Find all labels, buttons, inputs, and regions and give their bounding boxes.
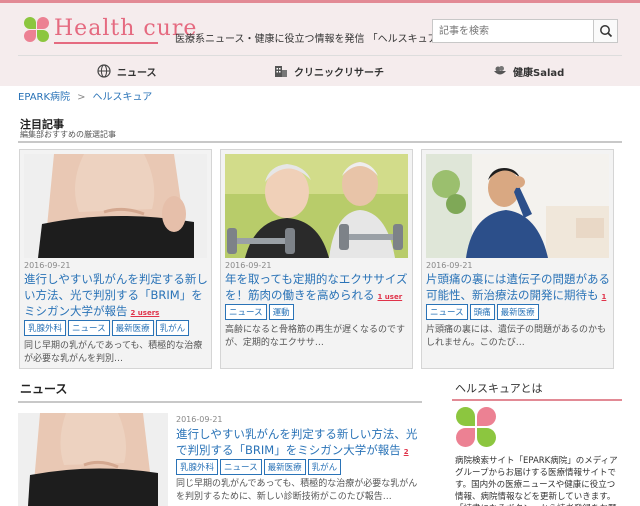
nav-item-clinic-research[interactable]: クリニックリサーチ xyxy=(274,62,384,80)
card-image-headache[interactable] xyxy=(426,154,609,258)
search-box xyxy=(432,19,618,43)
search-input[interactable] xyxy=(432,19,594,43)
salad-icon xyxy=(494,66,506,75)
tag[interactable]: 乳腺外科 xyxy=(24,320,67,336)
news-image-breast[interactable] xyxy=(18,413,168,506)
tag[interactable]: ニュース xyxy=(68,320,110,336)
card-title-link[interactable]: 進行しやすい乳がんを判定する新しい方法、光で判別する「BRIM」をミシガン大学が… xyxy=(24,271,210,321)
site-tagline: 医療系ニュース・健康に役立つ情報を発信 「ヘルスキュア」 xyxy=(175,34,448,45)
card-date: 2016-09-21 xyxy=(24,261,71,270)
building-icon xyxy=(275,66,287,77)
logo-underline xyxy=(54,42,158,44)
featured-card[interactable]: 2016-09-21 片頭痛の裏には遺伝子の問題がある可能性、新治療法の開発に期… xyxy=(421,149,614,369)
tag-list: 乳腺外科 ニュース 最新医療 乳がん xyxy=(176,459,342,475)
news-heading: ニュース xyxy=(20,382,68,396)
tag[interactable]: ニュース xyxy=(225,304,267,320)
news-description: 同じ早期の乳がんであっても、積極的な治療が必要な乳がんを判別するために、新しい診… xyxy=(176,479,418,502)
tag[interactable]: 運動 xyxy=(268,304,294,320)
breadcrumb: EPARK病院 > ヘルスキュア xyxy=(18,88,152,103)
news-date: 2016-09-21 xyxy=(176,415,223,424)
tag-list: 乳腺外科 ニュース 最新医療 乳がん xyxy=(24,320,190,336)
site-header: Health cure 医療系ニュース・健康に役立つ情報を発信 「ヘルスキュア」… xyxy=(0,0,640,86)
tag[interactable]: ニュース xyxy=(426,304,468,320)
breadcrumb-link-healthcure[interactable]: ヘルスキュア xyxy=(92,92,152,103)
card-title-link[interactable]: 年を取っても定期的なエクササイズを！筋肉の働きを高められる 1 user xyxy=(225,271,411,305)
featured-card[interactable]: 2016-09-21 年を取っても定期的なエクササイズを！筋肉の働きを高められる… xyxy=(220,149,413,369)
site-logo[interactable]: Health cure xyxy=(24,16,196,51)
breadcrumb-link-epark[interactable]: EPARK病院 xyxy=(18,92,70,103)
sidebar-heading: ヘルスキュアとは xyxy=(455,382,543,395)
tag[interactable]: 乳がん xyxy=(307,459,342,475)
nav-item-label: 健康Salad xyxy=(513,67,565,79)
featured-subtitle: 編集部おすすめの厳選記事 xyxy=(20,130,116,139)
featured-card[interactable]: 2016-09-21 進行しやすい乳がんを判定する新しい方法、光で判別する「BR… xyxy=(19,149,212,369)
card-description: 片頭痛の裏には、遺伝子の問題があるのかもしれません。このたび… xyxy=(426,325,607,348)
search-button[interactable] xyxy=(593,19,618,43)
card-description: 高齢になると骨格筋の再生が遅くなるのですが、定期的なエクササ… xyxy=(225,325,406,348)
featured-divider xyxy=(18,141,622,143)
card-description: 同じ早期の乳がんであっても、積極的な治療が必要な乳がんを判別… xyxy=(24,341,203,364)
main-nav: ニュース クリニックリサーチ 健康Salad xyxy=(0,59,640,83)
sidebar-about-text: 病院検索サイト「EPARK病院」のメディアグループからお届けする医療情報サイトで… xyxy=(455,456,618,506)
nav-item-label: ニュース xyxy=(117,67,157,79)
card-date: 2016-09-21 xyxy=(426,261,473,270)
tag-list: ニュース 頭痛 最新医療 xyxy=(426,304,539,320)
user-count-badge[interactable]: 2 users xyxy=(131,309,160,317)
search-icon xyxy=(600,25,613,38)
tag[interactable]: 乳がん xyxy=(155,320,190,336)
card-image-breast[interactable] xyxy=(24,154,207,258)
breadcrumb-separator: > xyxy=(77,92,86,103)
clover-logo-icon xyxy=(456,407,496,447)
tag-list: ニュース 運動 xyxy=(225,304,294,320)
user-count-badge[interactable]: 1 user xyxy=(378,293,403,301)
card-image-exercise[interactable] xyxy=(225,154,408,258)
news-divider xyxy=(18,401,422,403)
nav-item-label: クリニックリサーチ xyxy=(294,67,384,79)
nav-item-health-salad[interactable]: 健康Salad xyxy=(493,62,564,80)
tag[interactable]: 最新医療 xyxy=(496,304,539,320)
sidebar-divider xyxy=(452,399,622,401)
clover-logo-icon xyxy=(24,17,50,43)
header-divider xyxy=(18,55,622,56)
tag[interactable]: 最新医療 xyxy=(111,320,154,336)
tag[interactable]: 乳腺外科 xyxy=(176,459,219,475)
tag[interactable]: 頭痛 xyxy=(469,304,495,320)
card-date: 2016-09-21 xyxy=(225,261,272,270)
tag[interactable]: ニュース xyxy=(220,459,262,475)
tag[interactable]: 最新医療 xyxy=(263,459,306,475)
nav-item-news[interactable]: ニュース xyxy=(97,62,157,80)
globe-icon xyxy=(97,64,111,78)
